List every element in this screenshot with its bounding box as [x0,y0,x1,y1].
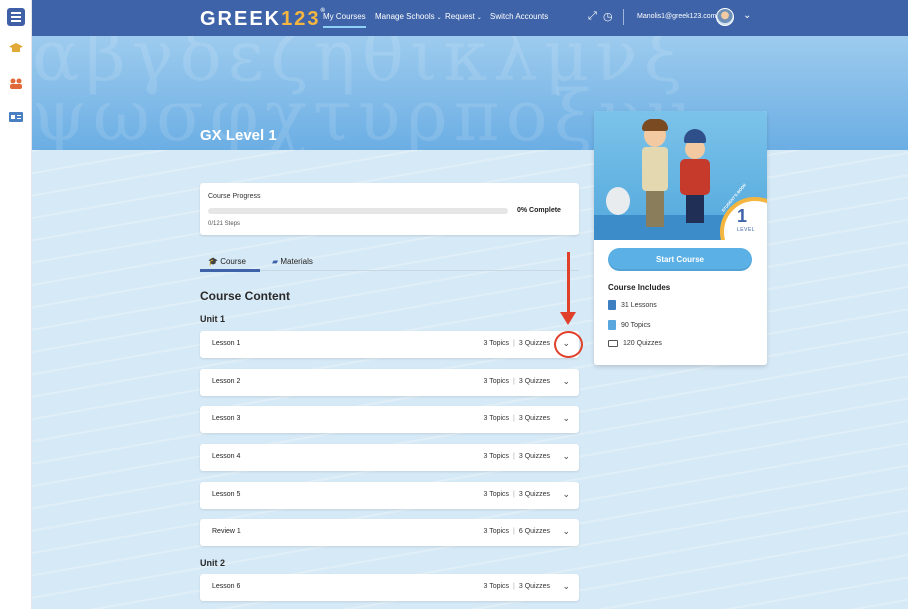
progress-steps: 0/121 Steps [208,221,241,227]
user-email: Manolis1@greek123.com [637,13,717,20]
includes-item: 120 Quizzes [608,340,662,347]
nav-request[interactable]: Request ⌄ [445,12,482,21]
course-includes-heading: Course Includes [608,283,671,292]
includes-item: 31 Lessons [608,300,657,310]
lesson-meta: 3 Topics | 6 Quizzes [483,528,550,535]
lesson-row[interactable]: Lesson 5 3 Topics | 3 Quizzes ⌄ [200,482,579,509]
includes-item: 90 Topics [608,320,650,330]
chevron-down-icon: ⌄ [476,15,482,21]
chevron-down-icon[interactable]: ⌄ [562,489,570,500]
lesson-name: Lesson 3 [212,415,241,422]
lesson-row[interactable]: Lesson 1 3 Topics | 3 Quizzes ⌄ [200,331,579,358]
course-title: GX Level 1 [200,127,277,144]
lesson-meta: 3 Topics | 3 Quizzes [483,491,550,498]
document-icon [608,320,616,330]
top-navbar: GREEK123® My Courses Manage Schools ⌄ Req… [32,0,908,36]
chevron-down-icon[interactable]: ⌄ [562,376,570,387]
course-progress-card: Course Progress 0% Complete 0/121 Steps [200,183,579,235]
annotation-arrow [567,252,570,317]
expand-icon[interactable]: ⤢ [588,10,597,23]
nav-manage-schools[interactable]: Manage Schools ⌄ [375,12,442,21]
avatar[interactable] [716,8,734,26]
lesson-meta: 3 Topics | 3 Quizzes [483,583,550,590]
graduation-cap-icon[interactable] [9,42,23,54]
annotation-arrow-head [560,312,576,325]
progress-percent: 0% Complete [517,207,561,214]
lesson-name: Lesson 6 [212,583,241,590]
progress-label: Course Progress [208,193,261,200]
start-course-button[interactable]: Start Course [608,248,752,271]
left-rail [0,0,32,609]
lesson-meta: 3 Topics | 3 Quizzes [483,453,550,460]
unit-heading: Unit 2 [200,558,226,568]
chevron-down-icon[interactable]: ⌄ [562,413,570,424]
tab-materials[interactable]: ▰ Materials [272,257,313,266]
unit-heading: Unit 1 [200,314,226,324]
tab-course[interactable]: 🎓 Course [208,257,246,266]
level-label: LEVEL [737,227,756,233]
lesson-name: Lesson 1 [212,340,241,347]
book-icon [608,300,616,310]
chevron-down-icon[interactable]: ⌄ [743,10,751,21]
lesson-name: Lesson 4 [212,453,241,460]
lesson-row[interactable]: Lesson 3 3 Topics | 3 Quizzes ⌄ [200,406,579,433]
chevron-down-icon[interactable]: ⌄ [562,451,570,462]
course-banner: αβγδεζηθικλμνξ ψωσφχτυρποξνμ [32,36,908,150]
active-tab-indicator [200,269,260,272]
laptop-icon [608,340,618,347]
lesson-meta: 3 Topics | 3 Quizzes [483,378,550,385]
lesson-meta: 3 Topics | 3 Quizzes [483,340,550,347]
lesson-meta: 3 Topics | 3 Quizzes [483,415,550,422]
folder-icon: ▰ [272,257,279,266]
lesson-row[interactable]: Lesson 2 3 Topics | 3 Quizzes ⌄ [200,369,579,396]
graduation-cap-icon: 🎓 [208,257,218,266]
lesson-row[interactable]: Lesson 4 3 Topics | 3 Quizzes ⌄ [200,444,579,471]
nav-my-courses[interactable]: My Courses [323,12,366,28]
menu-icon[interactable] [7,8,25,26]
greek-letters-pattern: αβγδεζηθικλμνξ ψωσφχτυρποξνμ [32,36,699,150]
chevron-down-icon: ⌄ [436,15,442,21]
course-content-heading: Course Content [200,289,290,303]
progress-bar [208,208,508,214]
lesson-row[interactable]: Review 1 3 Topics | 6 Quizzes ⌄ [200,519,579,546]
level-number: 1 [737,206,748,226]
nav-switch-accounts[interactable]: Switch Accounts [490,12,548,21]
chevron-down-icon[interactable]: ⌄ [562,581,570,592]
lesson-name: Review 1 [212,528,241,535]
cat-illustration [606,187,630,215]
lesson-row[interactable]: Lesson 6 3 Topics | 3 Quizzes ⌄ [200,574,579,601]
chevron-down-icon[interactable]: ⌄ [562,526,570,537]
id-card-icon[interactable] [9,111,23,123]
lesson-name: Lesson 5 [212,491,241,498]
course-cover-image: STUDENT'S BOOK 1 LEVEL [594,111,767,240]
users-icon[interactable] [9,77,23,89]
lesson-name: Lesson 2 [212,378,241,385]
brand-logo[interactable]: GREEK123® [200,8,327,31]
divider [623,9,624,25]
clock-icon[interactable]: ◷ [603,10,613,23]
annotation-circle [554,331,583,358]
course-sidebar-card: STUDENT'S BOOK 1 LEVEL Start Course Cour… [594,111,767,365]
